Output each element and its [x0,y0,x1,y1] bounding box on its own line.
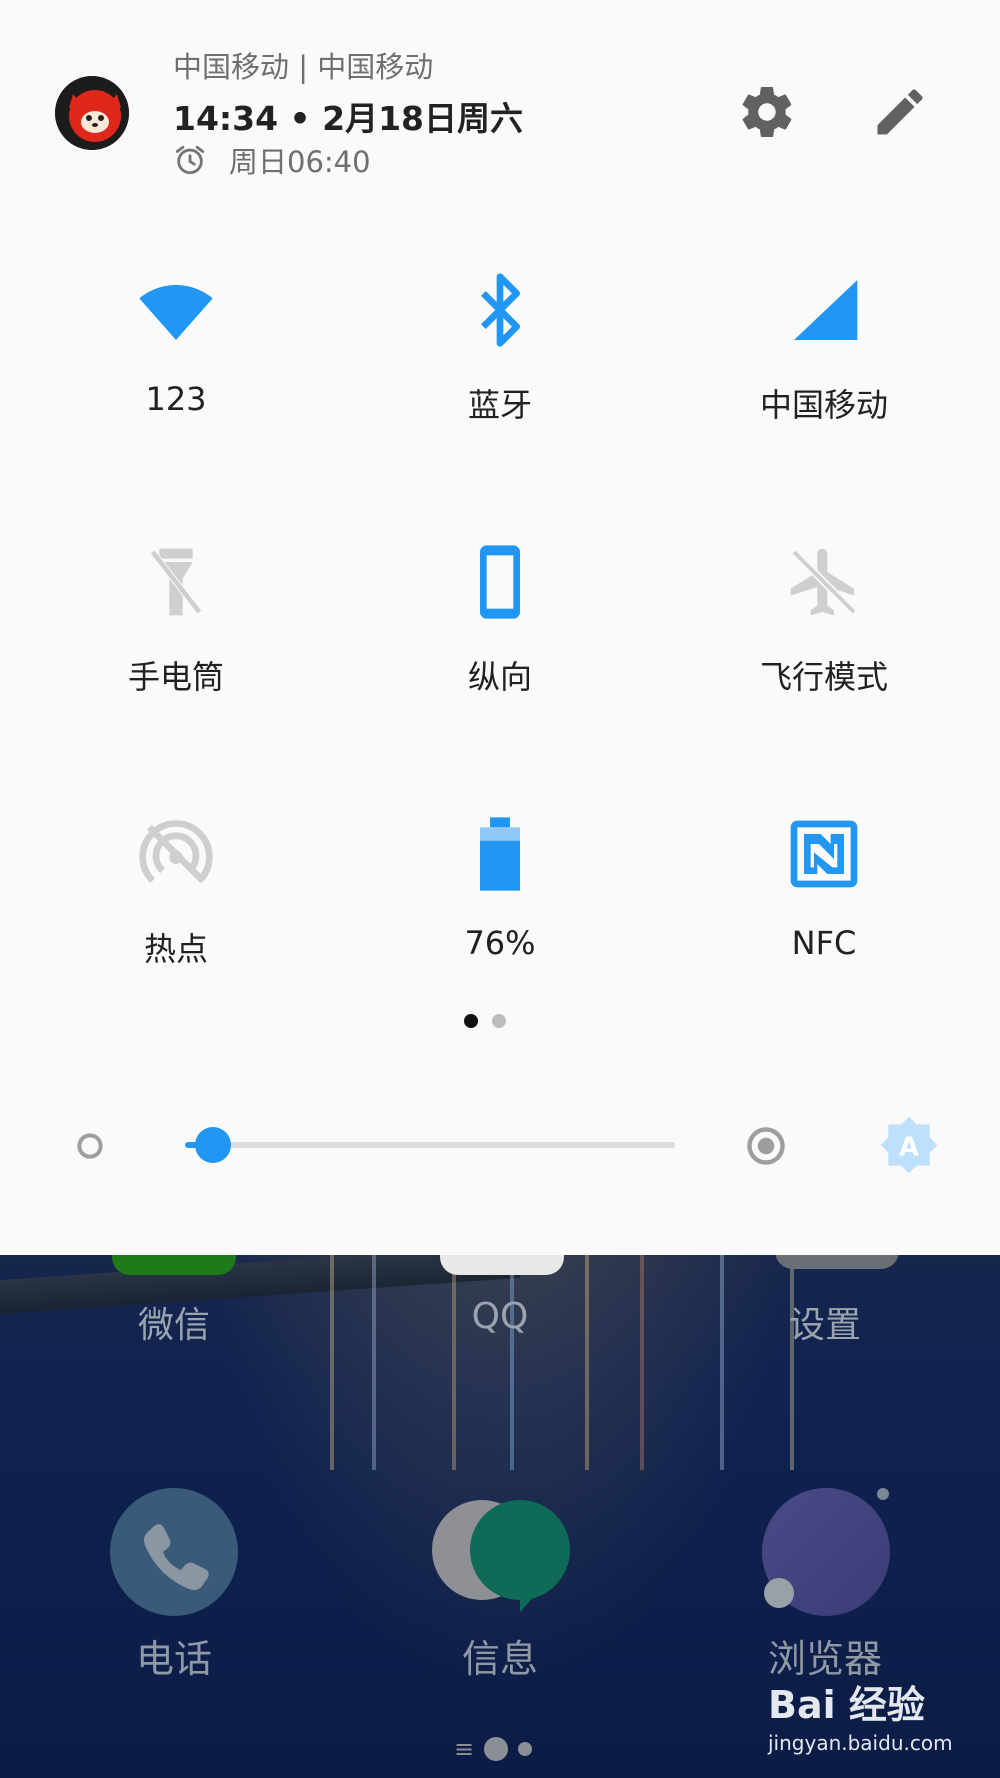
tile-hotspot[interactable]: 热点 [56,814,296,1014]
baidu-logo: Bai 经验 [768,1683,925,1727]
tile-flashlight[interactable]: 手电筒 [56,542,296,742]
home-app-label[interactable]: 微信 [74,1296,274,1348]
tile-label: 123 [145,380,207,418]
gear-icon [742,87,792,138]
phone-app-icon[interactable] [110,1488,238,1616]
tile-cellular[interactable]: 中国移动 [704,270,944,470]
bluetooth-icon [480,273,520,347]
home-app-label[interactable]: 设置 [725,1296,925,1348]
edit-button[interactable] [870,82,930,142]
time-date-label[interactable]: 14:34 • 2月18日周六 [173,92,523,140]
dock-app-label[interactable]: 信息 [400,1628,600,1683]
dock-app-label[interactable]: 电话 [74,1628,274,1683]
auto-brightness-icon[interactable]: A [878,1114,940,1176]
page-dot-active[interactable] [464,1014,478,1028]
alarm-time: 周日06:40 [229,145,371,179]
page-dot[interactable] [492,1014,506,1028]
notification-dot [877,1488,889,1500]
home-page-indicator: ≡ [454,1735,533,1763]
browser-app-icon[interactable] [762,1488,890,1616]
menu-icon: ≡ [454,1735,475,1763]
settings-button[interactable] [737,82,797,142]
brightness-slider-thumb[interactable] [194,1127,231,1163]
quick-settings-panel: 中国移动 | 中国移动 14:34 • 2月18日周六 周日06:40 123 … [0,0,1000,1255]
battery-icon [480,817,520,891]
brightness-slider-track[interactable] [185,1142,675,1148]
brightness-low-icon [77,1133,103,1159]
tile-label: 中国移动 [759,386,888,424]
portrait-rotation-icon [480,545,520,619]
messages-icon [432,1500,570,1612]
tile-airplane-mode[interactable]: 飞行模式 [704,542,944,742]
quick-settings-pagination [464,1014,506,1028]
home-app-label[interactable]: QQ [400,1296,600,1337]
tile-nfc[interactable]: NFC [704,814,944,1014]
nfc-icon [790,820,858,888]
svg-text:A: A [899,1132,919,1162]
cellular-signal-icon [794,280,858,340]
hotspot-icon [139,820,213,884]
tile-rotation[interactable]: 纵向 [380,542,620,742]
next-alarm[interactable]: 周日06:40 [173,139,371,181]
airplane-icon [790,548,857,616]
wifi-icon [139,285,213,340]
carrier-label: 中国移动 | 中国移动 [173,50,434,84]
tile-label: NFC [791,924,857,962]
user-avatar[interactable] [55,76,129,150]
phone-icon [144,1524,209,1590]
brightness-control: A [0,1110,1000,1180]
tile-bluetooth[interactable]: 蓝牙 [380,270,620,470]
tile-label: 飞行模式 [759,658,888,696]
messages-app-icon[interactable] [432,1488,570,1616]
tile-label: 热点 [143,930,208,968]
baidu-watermark: Bai 经验 jingyan.baidu.com [768,1674,953,1755]
brightness-high-icon [747,1127,785,1165]
watermark-site: jingyan.baidu.com [768,1731,953,1755]
tile-label: 手电筒 [127,658,224,696]
tile-battery[interactable]: 76% [380,814,620,1014]
flashlight-icon [150,548,202,616]
fox-avatar-icon [55,76,129,150]
pencil-icon [877,89,923,135]
tile-wifi[interactable]: 123 [56,270,296,470]
alarm-clock-icon [175,145,205,175]
tile-label: 纵向 [467,658,532,696]
tile-label: 76% [464,924,536,962]
tile-label: 蓝牙 [467,386,532,424]
